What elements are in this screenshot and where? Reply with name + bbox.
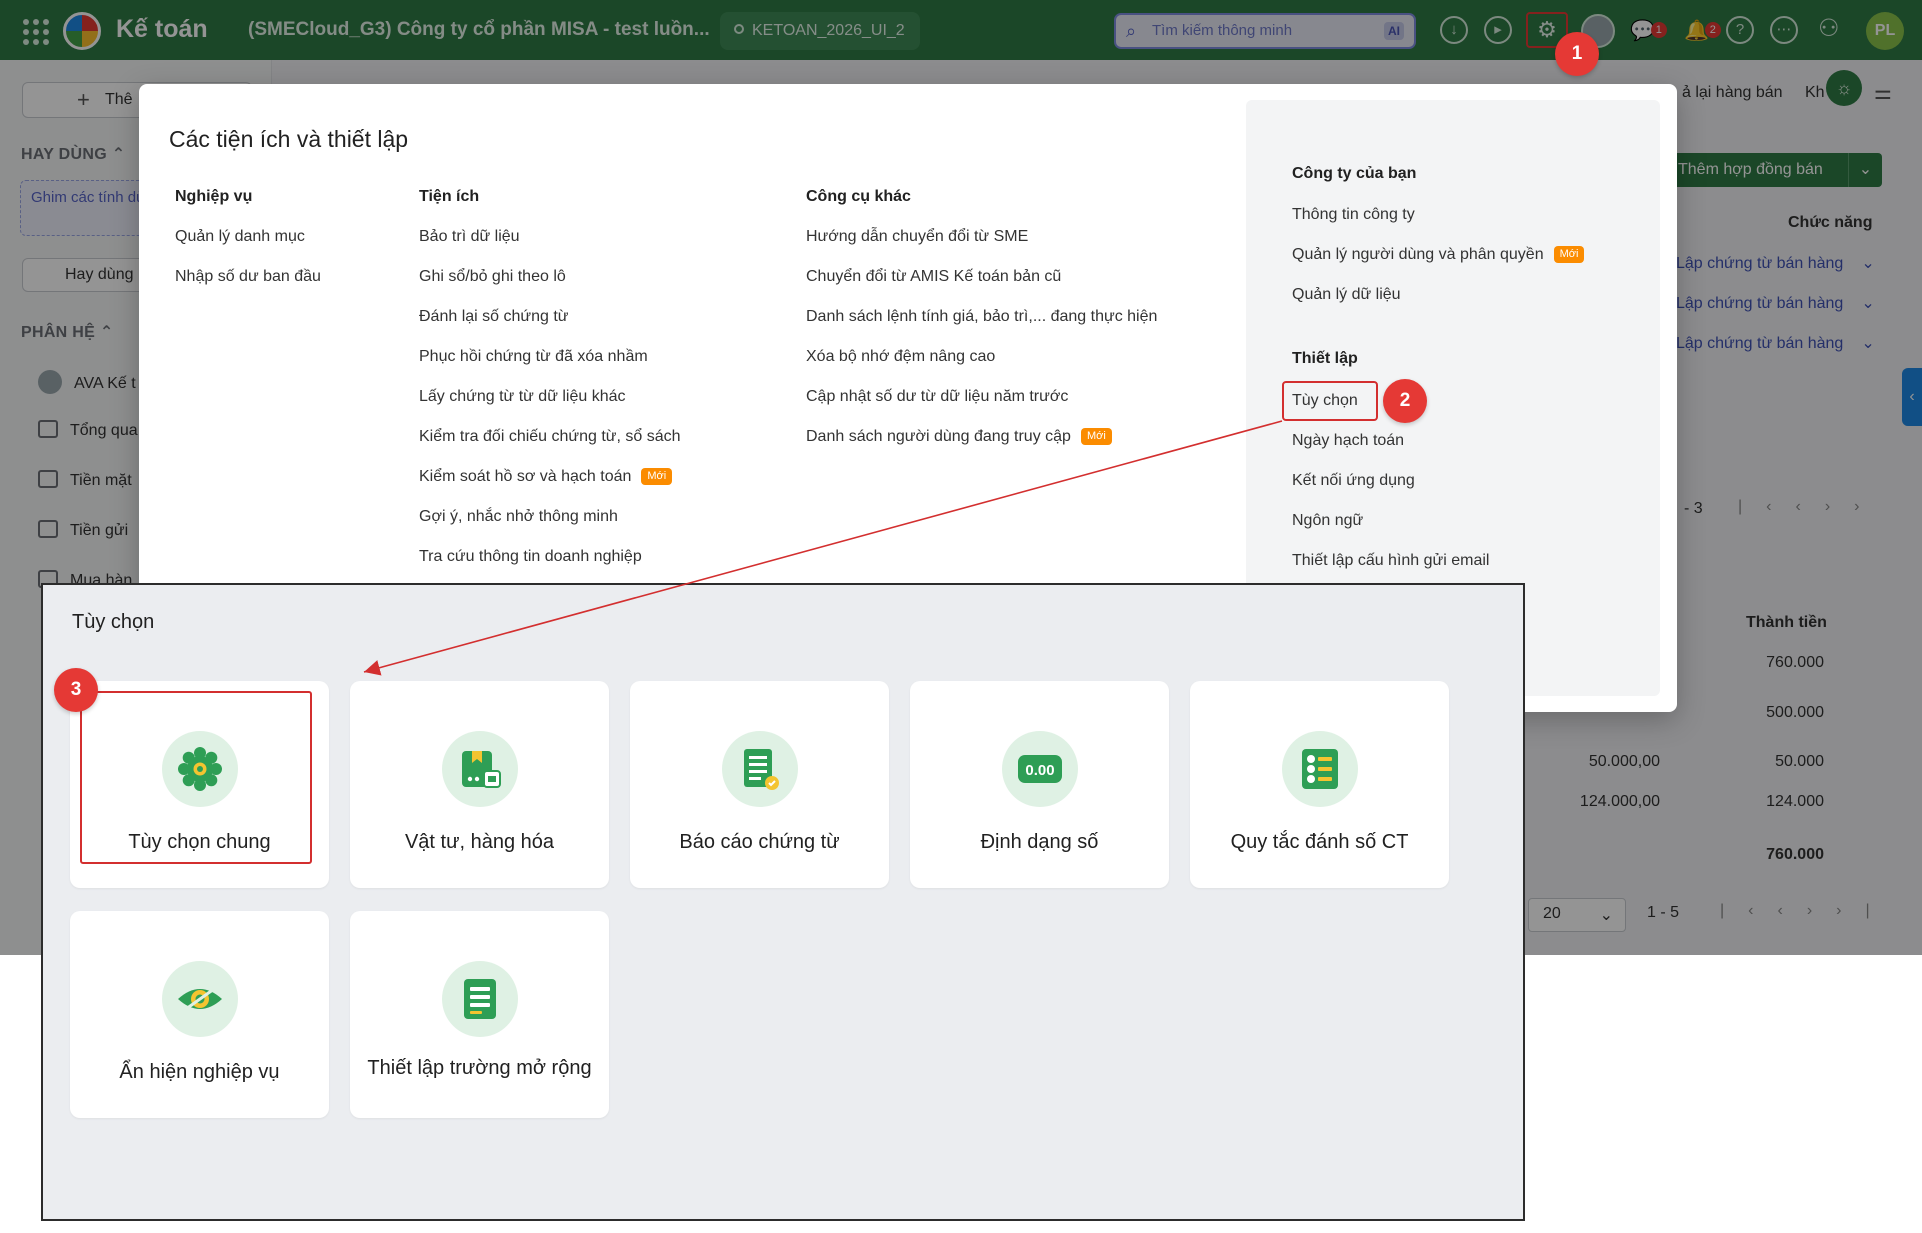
option-card-label: Tùy chọn chung [128,831,271,853]
menu-item-carry-balance[interactable]: Cập nhật số dư từ dữ liệu năm trước [806,388,1068,406]
option-card-show-hide[interactable]: Ẩn hiện nghiệp vụ [70,911,329,1118]
column-heading-other-tools: Công cụ khác [806,188,911,205]
menu-item-opening-balance[interactable]: Nhập số dư ban đầu [175,268,321,286]
menu-item-convert-amis[interactable]: Chuyển đổi từ AMIS Kế toán bản cũ [806,268,1061,286]
extended-fields-icon [442,961,518,1037]
option-card-label: Định dạng số [980,831,1099,853]
options-panel-title: Tùy chọn [72,611,155,633]
step-marker-3: 3 [54,668,98,712]
menu-item-audit-control[interactable]: Kiểm soát hồ sơ và hạch toán Mới [419,468,673,486]
inventory-icon [442,731,518,807]
menu-item-batch-post[interactable]: Ghi sổ/bỏ ghi theo lô [419,268,566,286]
option-card-label: Ẩn hiện nghiệp vụ [119,1061,280,1083]
option-card-label: Vật tư, hàng hóa [404,831,555,853]
menu-item-email-config[interactable]: Thiết lập cấu hình gửi email [1292,552,1489,570]
option-card-label: Báo cáo chứng từ [679,831,840,853]
menu-item-reconcile[interactable]: Kiểm tra đối chiếu chứng từ, sổ sách [419,428,681,446]
step-marker-1: 1 [1555,32,1599,76]
menu-item-renumber[interactable]: Đánh lại số chứng từ [419,308,569,326]
menu-item-business-lookup[interactable]: Tra cứu thông tin doanh nghiệp [419,548,642,566]
options-panel: Tùy chọn Tùy chọn chung Vật tư, hàng hóa… [41,583,1525,1221]
option-card-report[interactable]: Báo cáo chứng từ [630,681,889,888]
menu-item-active-users[interactable]: Danh sách người dùng đang truy cập Mới [806,428,1112,446]
menu-item-catalog[interactable]: Quản lý danh mục [175,228,305,246]
menu-item-sme-guide[interactable]: Hướng dẫn chuyển đổi từ SME [806,228,1028,246]
step-marker-2: 2 [1383,379,1427,423]
options-highlight-box [1282,381,1378,421]
menu-item-app-connect[interactable]: Kết nối ứng dụng [1292,472,1415,490]
new-badge: Mới [641,468,673,485]
option-card-numbering-rule[interactable]: Quy tắc đánh số CT [1190,681,1449,888]
option-card-extended-fields[interactable]: Thiết lập trường mở rộng [350,911,609,1118]
popup-title: Các tiện ích và thiết lập [169,126,409,152]
new-badge: Mới [1553,246,1585,263]
eye-icon [162,961,238,1037]
number-format-icon-text: 0.00 [1025,762,1054,779]
option-card-inventory[interactable]: Vật tư, hàng hóa [350,681,609,888]
column-heading-operations: Nghiệp vụ [175,188,253,205]
company-section-heading: Công ty của bạn [1292,165,1417,182]
number-format-icon: 0.00 [1002,731,1078,807]
menu-item-user-permissions[interactable]: Quản lý người dùng và phân quyền Mới [1292,246,1585,264]
menu-item-language[interactable]: Ngôn ngữ [1292,512,1363,530]
menu-item-data-management[interactable]: Quản lý dữ liệu [1292,286,1401,304]
option-card-number-format[interactable]: 0.00 Định dạng số [910,681,1169,888]
menu-item-restore[interactable]: Phục hồi chứng từ đã xóa nhầm [419,348,648,366]
option-card-label: Thiết lập trường mở rộng [367,1057,592,1079]
menu-item-company-info[interactable]: Thông tin công ty [1292,206,1415,224]
report-icon [722,731,798,807]
setup-section-heading: Thiết lập [1292,350,1358,367]
menu-item-smart-reminder[interactable]: Gợi ý, nhắc nhở thông minh [419,508,618,526]
column-heading-utilities: Tiện ích [419,188,480,205]
new-badge: Mới [1080,428,1112,445]
option-card-general[interactable]: Tùy chọn chung [70,681,329,888]
gear-icon [162,731,238,807]
menu-item-posting-date[interactable]: Ngày hạch toán [1292,432,1404,450]
option-card-label: Quy tắc đánh số CT [1230,831,1409,853]
menu-item-maintenance[interactable]: Bảo trì dữ liệu [419,228,520,246]
menu-item-running-jobs[interactable]: Danh sách lệnh tính giá, bảo trì,... đan… [806,308,1157,326]
menu-item-clear-cache[interactable]: Xóa bộ nhớ đệm nâng cao [806,348,995,366]
menu-item-import-other[interactable]: Lấy chứng từ từ dữ liệu khác [419,388,626,406]
numbering-rule-icon [1282,731,1358,807]
